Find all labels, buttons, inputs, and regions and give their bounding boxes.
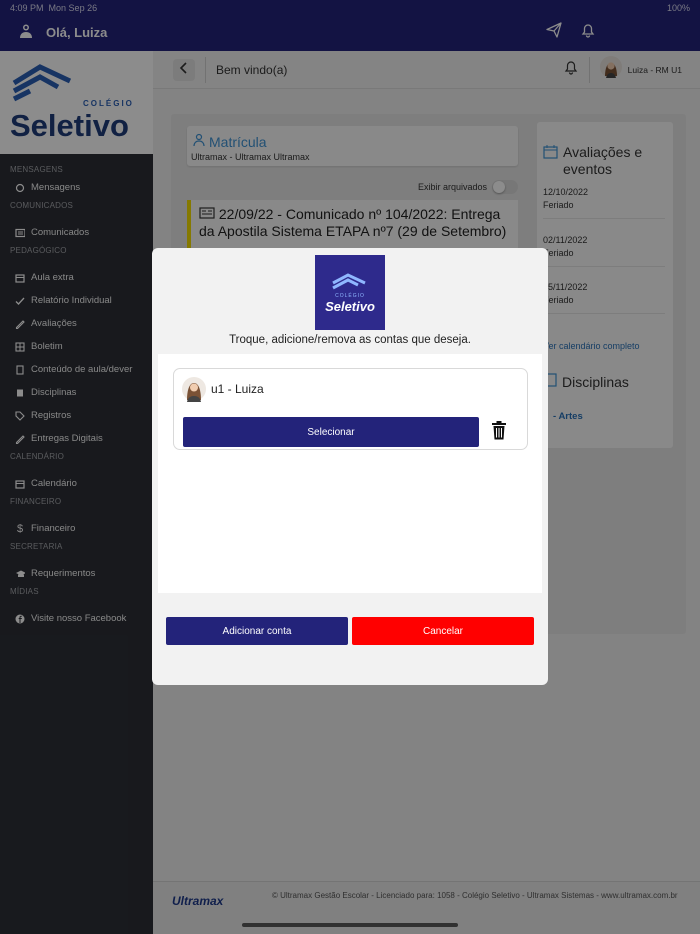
modal-logo-word: Seletivo [325, 299, 375, 314]
select-account-button[interactable]: Selecionar [183, 417, 479, 447]
add-account-button[interactable]: Adicionar conta [166, 617, 348, 645]
modal-logo: COLÉGIO Seletivo [315, 255, 385, 330]
trash-icon[interactable] [491, 421, 507, 445]
account-card: u1 - Luiza Selecionar [173, 368, 528, 450]
avatar [182, 376, 206, 407]
accounts-list: u1 - Luiza Selecionar [158, 354, 542, 593]
account-switch-modal: COLÉGIO Seletivo Troque, adicione/remova… [152, 248, 548, 685]
modal-subtitle: Troque, adicione/remova as contas que de… [229, 334, 471, 346]
account-name: u1 - Luiza [211, 382, 264, 396]
cancel-button[interactable]: Cancelar [352, 617, 534, 645]
